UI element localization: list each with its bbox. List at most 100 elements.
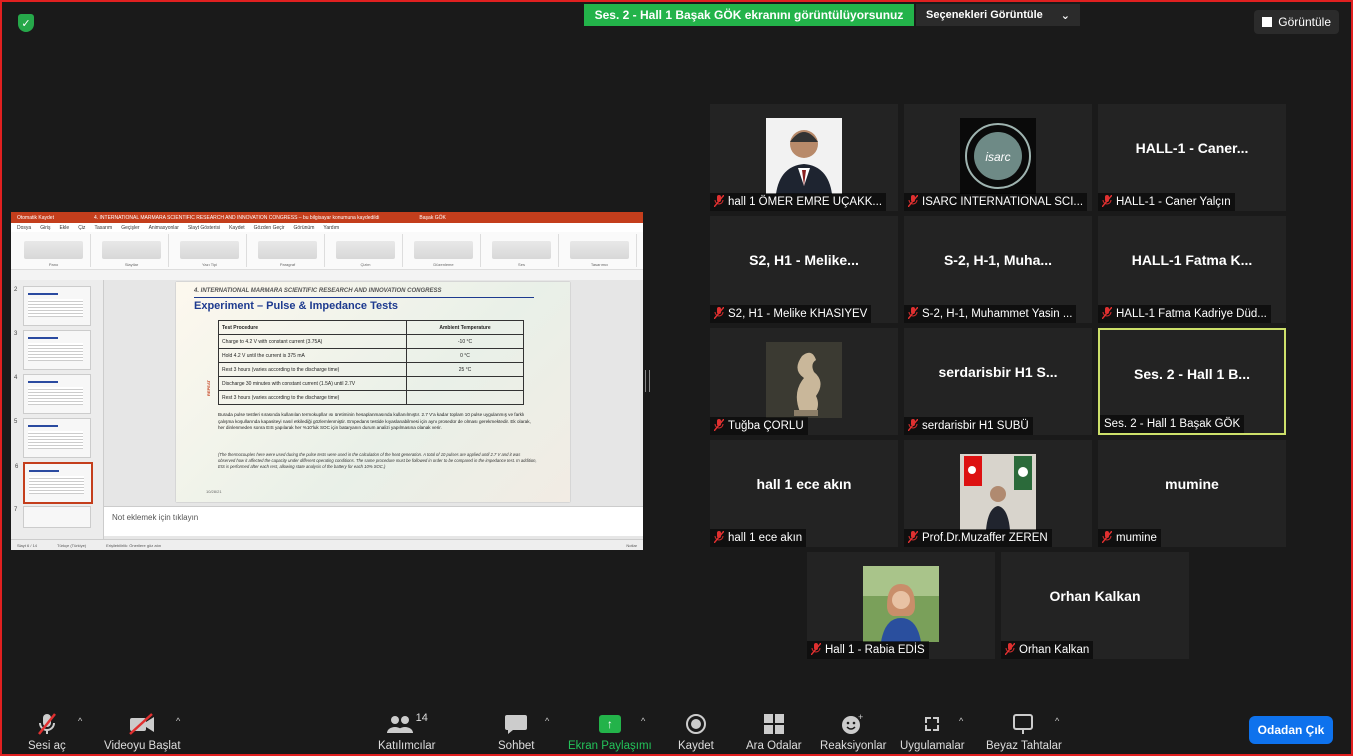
start-video-button[interactable]: Videoyu Başlat: [104, 712, 181, 752]
ppt-ribbon: Pano Slaytlar Yazı Tipi Paragraf Çizim Düzenl…: [11, 232, 643, 270]
participant-name-bar: Orhan Kalkan: [1001, 641, 1094, 659]
apps-options-caret[interactable]: ^: [959, 716, 963, 726]
ribbon-group: Tasarımcı: [563, 234, 637, 267]
participant-tile[interactable]: Tuğba ÇORLU: [710, 328, 898, 435]
breakout-rooms-label: Ara Odalar: [746, 740, 802, 752]
participant-photo: isarc: [960, 118, 1036, 194]
view-button[interactable]: Görüntüle: [1254, 10, 1339, 34]
view-options-dropdown[interactable]: Seçenekleri Görüntüle ⌄: [916, 4, 1080, 26]
participant-tile[interactable]: S-2, H-1, Muha... S-2, H-1, Muhammet Yasi…: [904, 216, 1092, 323]
mic-muted-icon: [713, 194, 725, 210]
participant-name: Orhan Kalkan: [1019, 644, 1090, 656]
participant-name: HALL-1 Fatma Kadriye Düd...: [1116, 308, 1267, 320]
participant-tile[interactable]: mumine mumine: [1098, 440, 1286, 547]
participant-tile[interactable]: Orhan Kalkan Orhan Kalkan: [1001, 552, 1189, 659]
ppt-menu-item: Giriş: [40, 224, 51, 231]
share-banner: Ses. 2 - Hall 1 Başak GÖK ekranını görün…: [584, 4, 914, 26]
participant-photo: [766, 342, 842, 418]
ppt-menu-item: Dosya: [17, 224, 32, 231]
reactions-button[interactable]: + Reaksiyonlar: [820, 712, 886, 752]
whiteboards-button[interactable]: Beyaz Tahtalar: [986, 712, 1062, 752]
view-options-label: Seçenekleri Görüntüle: [926, 9, 1043, 21]
table-header: Ambient Temperature: [406, 320, 524, 335]
audio-options-caret[interactable]: ^: [78, 716, 82, 726]
participant-name-bar: hall 1 ece akın: [710, 529, 807, 547]
mic-muted-icon: [1101, 530, 1113, 546]
whiteboard-options-caret[interactable]: ^: [1055, 716, 1059, 726]
mic-muted-icon: [713, 418, 725, 434]
participant-name-bar: Tuğba ÇORLU: [710, 417, 808, 435]
slide-paragraph-en: (The thermocouples here were used during…: [218, 452, 537, 469]
participant-display-name: Orhan Kalkan: [1049, 588, 1141, 604]
chat-button[interactable]: Sohbet: [498, 712, 534, 752]
participant-tile[interactable]: HALL-1 Fatma K... HALL-1 Fatma Kadriye Dü…: [1098, 216, 1286, 323]
resize-handle[interactable]: [645, 370, 650, 392]
mic-muted-icon: [1101, 194, 1113, 210]
participant-photo: [960, 454, 1036, 530]
notes-pane: Not eklemek için tıklayın: [104, 506, 643, 536]
ppt-menu-item: Kaydet: [229, 224, 245, 231]
chevron-down-icon: ⌄: [1060, 9, 1070, 22]
apps-button[interactable]: Uygulamalar: [900, 712, 965, 752]
status-slide: Slayt 6 / 14: [17, 542, 38, 548]
mic-muted-icon: [35, 712, 59, 736]
participants-button[interactable]: 14 Katılımcılar: [378, 712, 436, 752]
participant-tile[interactable]: hall 1 ÖMER EMRE UÇAKK...: [710, 104, 898, 211]
mic-muted-icon: [1101, 306, 1113, 322]
participant-photo: [863, 566, 939, 642]
participant-tile[interactable]: Hall 1 - Rabia EDİS: [807, 552, 995, 659]
participant-name: serdarisbir H1 SUBÜ: [922, 420, 1029, 432]
participant-tile[interactable]: hall 1 ece akın hall 1 ece akın: [710, 440, 898, 547]
record-label: Kaydet: [678, 740, 714, 752]
mic-muted-icon: [1004, 642, 1016, 658]
svg-text:+: +: [858, 713, 863, 722]
ribbon-group: Paragraf: [251, 234, 325, 267]
participant-tile[interactable]: Ses. 2 - Hall 1 B... Ses. 2 - Hall 1 Başa…: [1098, 328, 1286, 435]
participant-tile[interactable]: S2, H1 - Melike... S2, H1 - Melike KHASIY…: [710, 216, 898, 323]
mic-muted-icon: [907, 306, 919, 322]
participant-name: S2, H1 - Melike KHASIYEV: [728, 308, 868, 320]
mic-muted-icon: [907, 530, 919, 546]
share-options-caret[interactable]: ^: [641, 716, 645, 726]
mic-muted-icon: [713, 530, 725, 546]
ribbon-group: Ses: [485, 234, 559, 267]
participant-name-bar: hall 1 ÖMER EMRE UÇAKK...: [710, 193, 887, 211]
ppt-titlebar: Otomatik Kaydet 4. INTERNATIONAL MARMARA…: [11, 212, 643, 223]
slide-table: Test Procedure Ambient Temperature Charge…: [218, 320, 524, 405]
chat-icon: [504, 712, 528, 736]
share-screen-icon: ↑: [598, 712, 621, 736]
participant-name: hall 1 ece akın: [728, 532, 803, 544]
whiteboards-label: Beyaz Tahtalar: [986, 740, 1062, 752]
shared-screen: Otomatik Kaydet 4. INTERNATIONAL MARMARA…: [11, 212, 643, 550]
participant-name: HALL-1 - Caner Yalçın: [1116, 196, 1231, 208]
video-options-caret[interactable]: ^: [176, 716, 180, 726]
ppt-menu-bar: Dosya Giriş Ekle Çiz Tasarım Geçişler Animasyo…: [11, 223, 643, 232]
table-row: Charge to 4.2 V with constant current (3…: [218, 334, 524, 349]
unmute-label: Sesi aç: [28, 740, 66, 752]
chat-options-caret[interactable]: ^: [545, 716, 549, 726]
participant-tile[interactable]: isarc ISARC INTERNATIONAL SCI...: [904, 104, 1092, 211]
participant-name-bar: HALL-1 Fatma Kadriye Düd...: [1098, 305, 1271, 323]
share-screen-button[interactable]: ↑ Ekran Paylaşımı: [568, 712, 652, 752]
participant-tile[interactable]: HALL-1 - Caner... HALL-1 - Caner Yalçın: [1098, 104, 1286, 211]
security-shield-icon[interactable]: ✓: [18, 14, 34, 32]
unmute-button[interactable]: Sesi aç: [28, 712, 66, 752]
ppt-statusbar: Slayt 6 / 14 Türkçe (Türkiye) Erişilebil…: [11, 539, 643, 550]
smiley-plus-icon: +: [841, 712, 865, 736]
ppt-user: Başak GÖK: [419, 214, 446, 221]
participant-name-bar: S2, H1 - Melike KHASIYEV: [710, 305, 872, 323]
ppt-menu-item: Tasarım: [94, 224, 113, 231]
participant-name: hall 1 ÖMER EMRE UÇAKK...: [728, 196, 883, 208]
leave-button[interactable]: Odadan Çık: [1249, 716, 1333, 744]
status-notes: Notlar: [626, 542, 637, 548]
record-button[interactable]: Kaydet: [678, 712, 714, 752]
breakout-rooms-button[interactable]: Ara Odalar: [746, 712, 802, 752]
participant-tile[interactable]: Prof.Dr.Muzaffer ZEREN: [904, 440, 1092, 547]
video-off-icon: [128, 712, 156, 736]
participant-tile[interactable]: serdarisbir H1 S... serdarisbir H1 SUBÜ: [904, 328, 1092, 435]
slide-footer: 10/28/21: [206, 489, 222, 494]
mic-muted-icon: [907, 418, 919, 434]
participant-display-name: HALL-1 Fatma K...: [1131, 252, 1253, 268]
slide-title: Experiment – Pulse & Impedance Tests: [194, 300, 398, 312]
participant-name: S-2, H-1, Muhammet Yasin ...: [922, 308, 1073, 320]
